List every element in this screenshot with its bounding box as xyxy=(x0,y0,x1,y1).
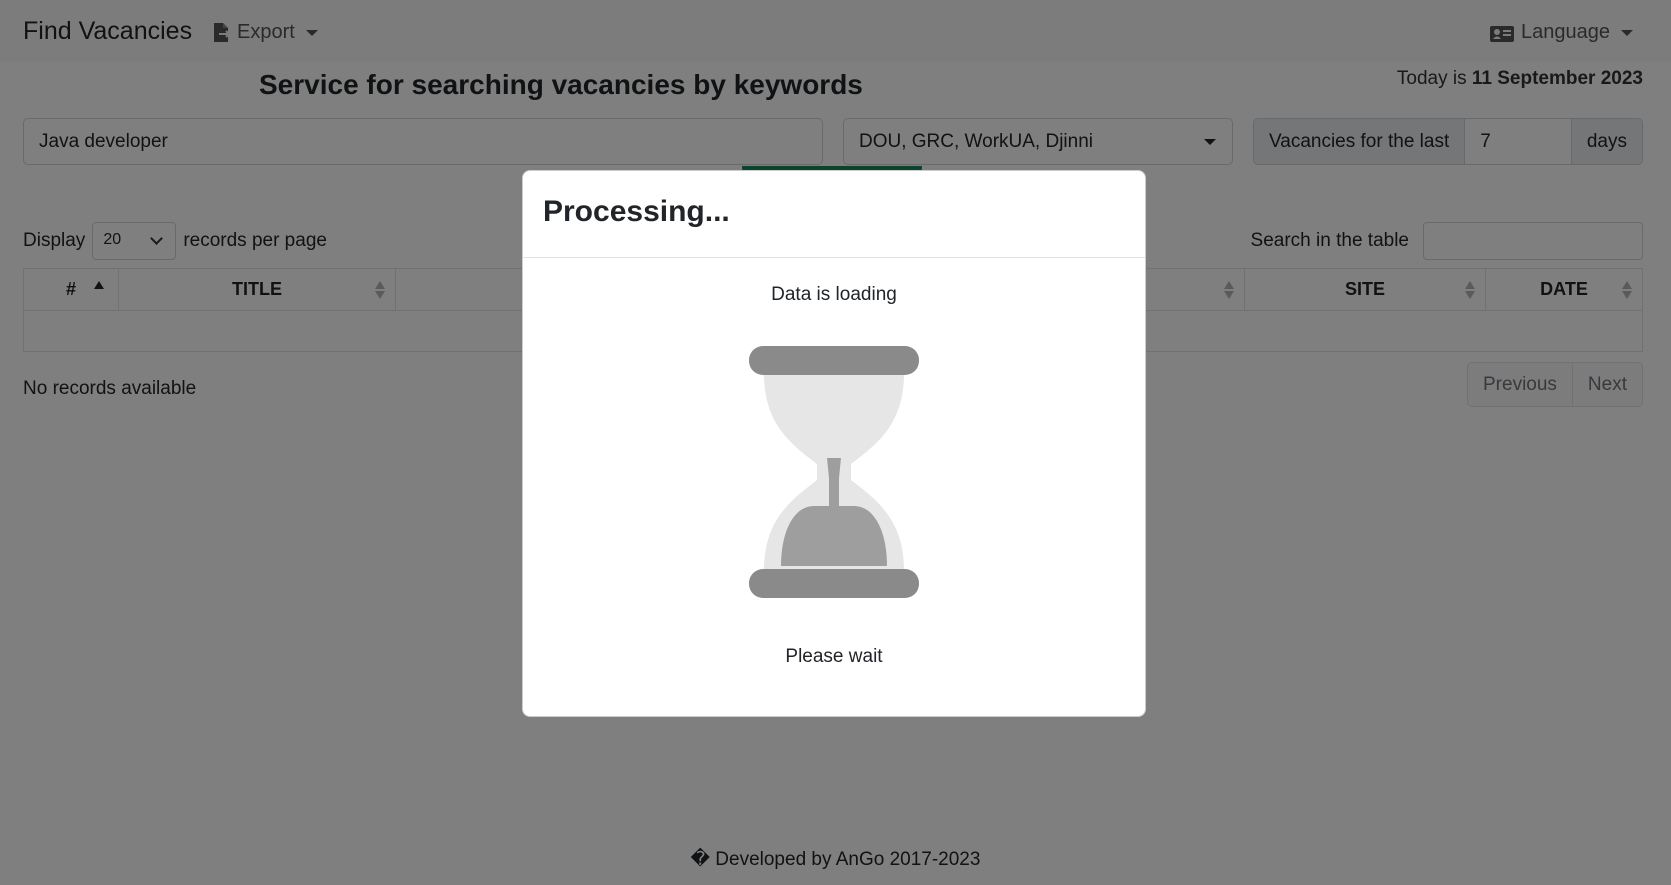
loading-text: Data is loading xyxy=(771,284,897,305)
modal-title: Processing... xyxy=(543,195,730,228)
wait-text: Please wait xyxy=(785,646,883,667)
processing-modal: Processing... Data is loading Please wai… xyxy=(522,170,1146,717)
modal-header: Processing... xyxy=(523,171,1145,258)
modal-body: Data is loading Please wait xyxy=(523,284,1145,668)
page: Find Vacancies Export xyxy=(0,0,1671,885)
hourglass-icon xyxy=(749,346,919,598)
